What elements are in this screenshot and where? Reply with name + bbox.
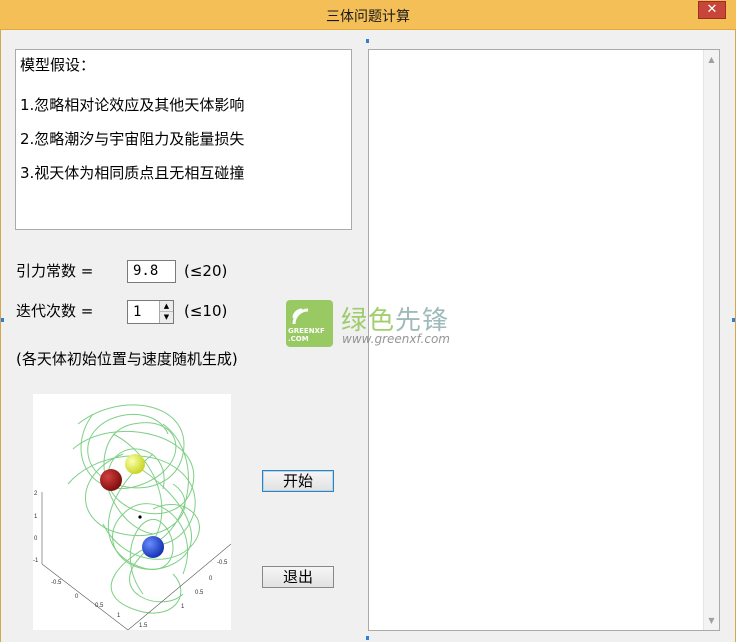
window-title: 三体问题计算 — [326, 9, 410, 25]
axis-tick: -1 — [33, 558, 39, 564]
start-button[interactable]: 开始 — [262, 470, 334, 492]
iterations-stepper[interactable]: 1 ▲ ▼ — [127, 300, 174, 324]
close-button[interactable]: ✕ — [698, 1, 726, 19]
axis-tick: 0 — [209, 576, 213, 582]
output-scrollbar[interactable]: ▲ ▼ — [703, 50, 719, 630]
iterations-value[interactable]: 1 — [133, 304, 141, 320]
assumption-item: 1.忽略相对论效应及其他天体影响 — [20, 96, 245, 114]
assumption-item: 2.忽略潮汐与宇宙阻力及能量损失 — [20, 130, 245, 148]
three-body-plot: 2 1 0 -1 -0.5 0 0.5 1 1.5 1 0.5 0 -0.5 — [33, 394, 232, 631]
exit-button[interactable]: 退出 — [262, 566, 334, 588]
scroll-up-icon[interactable]: ▲ — [704, 52, 719, 67]
axis-tick: 0.5 — [95, 603, 104, 609]
axis-tick: 1 — [34, 514, 38, 520]
title-bar: 三体问题计算 ✕ — [0, 0, 736, 30]
watermark: GREENXF .COM 绿色先锋 www.greenxf.com — [286, 300, 456, 350]
gravity-hint: (≤20) — [184, 262, 228, 280]
red-body — [100, 469, 122, 491]
random-init-note: (各天体初始位置与速度随机生成) — [16, 350, 238, 368]
orbit-plot-svg: 2 1 0 -1 -0.5 0 0.5 1 1.5 1 0.5 0 -0.5 — [33, 404, 232, 631]
axis-tick: 2 — [34, 491, 38, 497]
resize-marker — [1, 318, 4, 322]
gravity-input[interactable]: 9.8 — [127, 260, 176, 283]
orbit-trajectories — [67, 404, 200, 614]
axis-tick: 1.5 — [139, 623, 148, 629]
axis-tick: 1 — [181, 604, 185, 610]
watermark-url: www.greenxf.com — [342, 332, 450, 346]
center-of-mass — [138, 515, 142, 519]
axis-tick: -0.5 — [217, 560, 228, 566]
axis-tick: -0.5 — [51, 580, 62, 586]
assumptions-textbox[interactable]: 模型假设： 1.忽略相对论效应及其他天体影响 2.忽略潮汐与宇宙阻力及能量损失 … — [15, 49, 352, 230]
iterations-label: 迭代次数 = — [16, 302, 94, 320]
axis-tick: 0 — [34, 536, 38, 542]
spin-buttons: ▲ ▼ — [159, 301, 173, 323]
assumptions-heading: 模型假设： — [20, 56, 96, 74]
axis-tick: 1 — [117, 613, 121, 619]
resize-marker — [732, 318, 735, 322]
resize-marker — [366, 636, 369, 640]
resize-marker — [366, 39, 369, 43]
axis-tick: 0 — [75, 594, 79, 600]
gravity-label: 引力常数 = — [16, 262, 94, 280]
spin-down-button[interactable]: ▼ — [160, 312, 173, 323]
axis-tick: 0.5 — [195, 590, 204, 596]
spin-up-button[interactable]: ▲ — [160, 301, 173, 312]
scroll-down-icon[interactable]: ▼ — [704, 613, 719, 628]
assumption-item: 3.视天体为相同质点且无相互碰撞 — [20, 164, 245, 182]
watermark-logo-text: GREENXF .COM — [288, 327, 325, 343]
iterations-hint: (≤10) — [184, 302, 228, 320]
greenxf-logo-icon: GREENXF .COM — [286, 300, 333, 347]
yellow-body — [125, 454, 145, 474]
blue-body — [142, 536, 164, 558]
